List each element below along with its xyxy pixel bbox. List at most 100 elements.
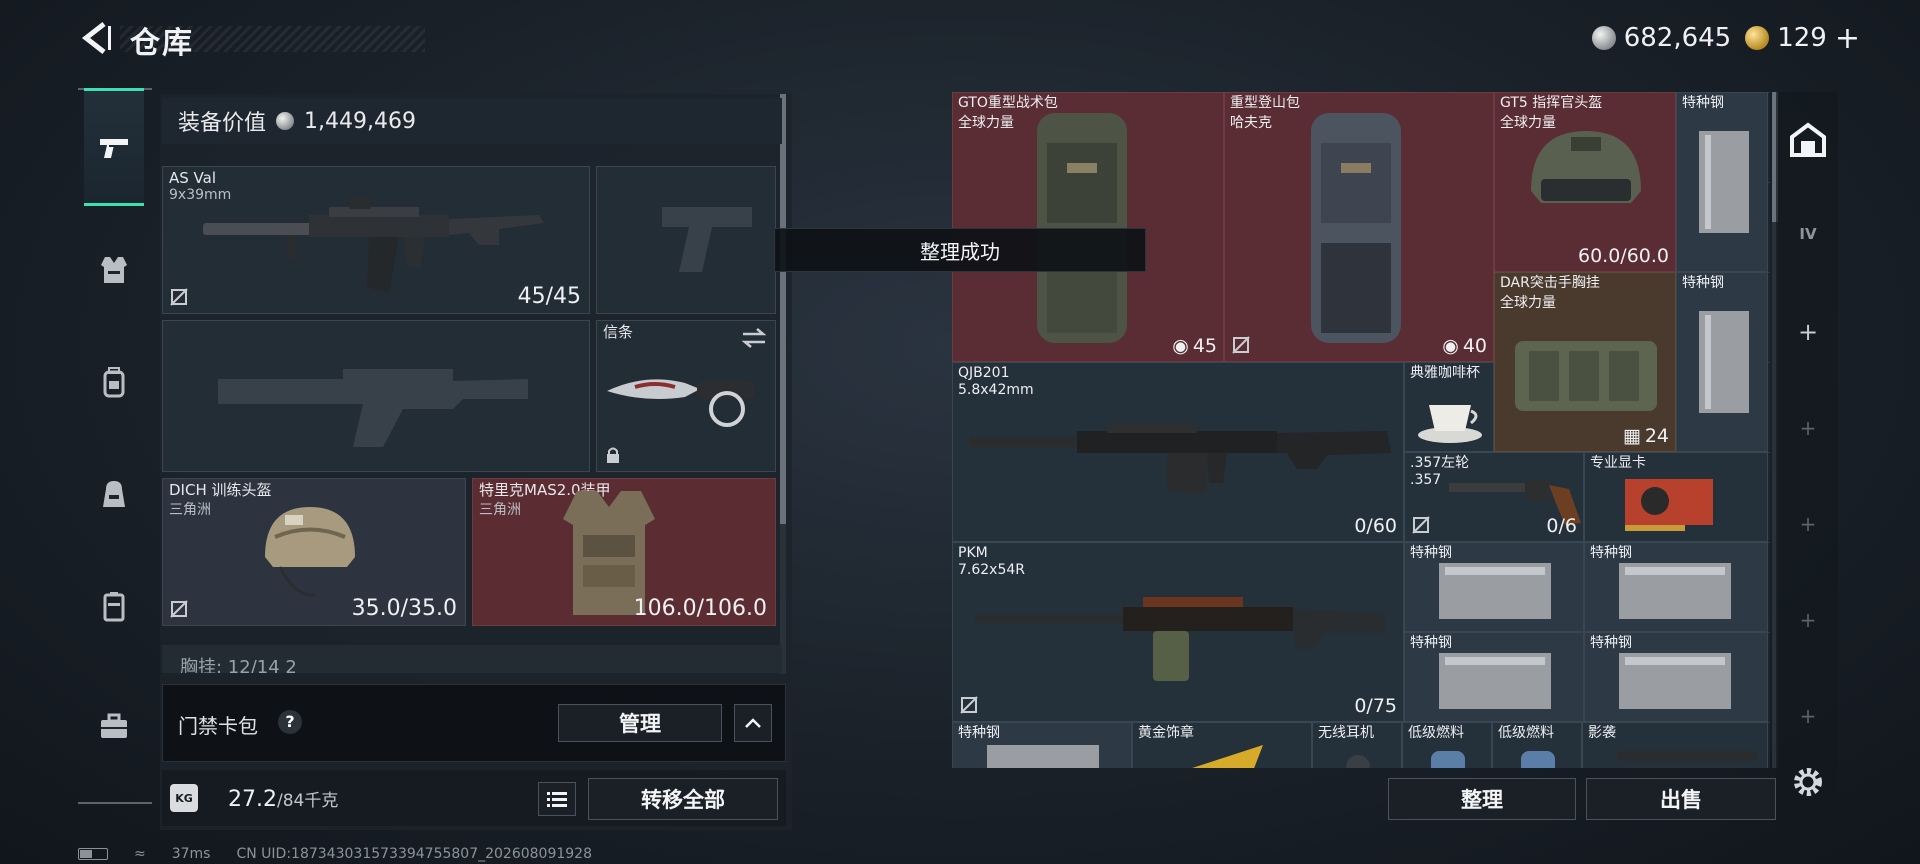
gold-amount: 129	[1777, 23, 1827, 53]
add-page-icon[interactable]: +	[1788, 312, 1828, 352]
no-insurance-icon	[170, 288, 188, 306]
add-currency-icon[interactable]: +	[1835, 21, 1860, 56]
category-tabs	[78, 88, 152, 808]
sell-button[interactable]: 出售	[1586, 778, 1776, 820]
stash-home-icon[interactable]	[1788, 120, 1828, 160]
item-name: 黄金饰章	[1138, 725, 1194, 741]
stash-item-coffee-cup[interactable]: 典雅咖啡杯	[1404, 362, 1494, 452]
add-page-icon[interactable]: +	[1788, 600, 1828, 640]
item-capacity: ▦ 24	[1623, 425, 1669, 447]
tier-label: IV	[1799, 225, 1817, 243]
machine-gun-image	[975, 597, 1385, 681]
fuel-canister-image	[1521, 751, 1555, 768]
tier-iv-icon[interactable]: IV	[1788, 214, 1828, 254]
item-name: 影袭	[1588, 725, 1616, 741]
steel-ingot-image	[987, 745, 1099, 768]
item-name: 低级燃料	[1408, 725, 1464, 741]
add-page-icon[interactable]: +	[1788, 696, 1828, 736]
tab-weapons[interactable]	[84, 88, 144, 206]
stash-grid: GTO重型战术包 全球力量 ◉ 45 重型登山包 哈夫克 ◉ 40 GT5 指挥官头…	[952, 92, 1770, 768]
swap-arrows-icon[interactable]	[741, 327, 767, 349]
stash-item-qjb201[interactable]: QJB201 5.8x42mm 0/60	[952, 362, 1404, 542]
stash-item-shadow[interactable]: 影袭	[1582, 722, 1768, 768]
weapon-ammo: 45/45	[517, 284, 581, 309]
helmet-image	[1531, 131, 1641, 203]
backpack-icon	[103, 367, 125, 398]
secondary-weapon-slot[interactable]	[162, 320, 590, 472]
stash-item-mountain-backpack[interactable]: 重型登山包 哈夫克 ◉ 40	[1224, 92, 1494, 362]
backpack-image	[1311, 113, 1401, 343]
capacity-value: 40	[1462, 335, 1487, 357]
stash-item-special-steel[interactable]: 特种钢	[1584, 542, 1768, 632]
rifle-silhouette-icon	[218, 369, 528, 447]
add-page-icon[interactable]: +	[1788, 504, 1828, 544]
stash-item-357-revolver[interactable]: .357左轮 .357 0/6	[1404, 452, 1584, 542]
gold-currency[interactable]: 129 +	[1745, 21, 1860, 56]
settings-gear-icon[interactable]	[1788, 762, 1828, 802]
help-icon[interactable]: ?	[278, 710, 302, 734]
stash-item-low-fuel[interactable]: 低级燃料	[1402, 722, 1492, 768]
sort-button[interactable]: 整理	[1388, 778, 1576, 820]
graphics-card-image	[1625, 479, 1713, 531]
add-page-icon[interactable]: +	[1788, 408, 1828, 448]
tab-case[interactable]	[86, 578, 142, 634]
item-capacity: ◉ 45	[1172, 335, 1217, 357]
item-brand: 哈夫克	[1230, 115, 1272, 131]
melee-slot[interactable]: 信条	[596, 320, 776, 472]
stash-item-special-steel[interactable]: 特种钢	[1676, 272, 1768, 452]
silver-coin-icon	[276, 112, 295, 130]
weight-current: 27.2	[228, 787, 277, 812]
tab-backpack[interactable]	[86, 354, 142, 410]
item-name: DAR突击手胸挂	[1500, 275, 1600, 291]
armor-vest-icon	[101, 257, 127, 283]
silver-amount: 682,645	[1623, 23, 1732, 53]
no-insurance-icon	[1412, 516, 1430, 534]
stash-item-special-steel[interactable]: 特种钢	[1584, 632, 1768, 722]
gold-coin-icon	[1745, 26, 1770, 50]
equipment-value-label: 装备价值	[178, 111, 267, 136]
collapse-button[interactable]	[734, 704, 772, 742]
status-footer: ≈ 37ms CN UID:187343031573394755807_2026…	[78, 846, 592, 862]
wifi-icon: ≈	[134, 846, 146, 862]
stash-item-wireless-earbuds[interactable]: 无线耳机	[1312, 722, 1402, 768]
chest-rig-row[interactable]: 胸挂: 12/14 2	[162, 645, 782, 673]
capacity-value: 24	[1644, 425, 1669, 447]
stash-item-special-steel[interactable]: 特种钢	[1676, 92, 1768, 272]
item-name: 特种钢	[1682, 275, 1724, 291]
helmet-durability: 35.0/35.0	[351, 596, 457, 621]
stash-item-gt5-helmet[interactable]: GT5 指挥官头盔 全球力量 60.0/60.0	[1494, 92, 1676, 272]
stash-item-special-steel[interactable]: 特种钢	[952, 722, 1132, 768]
list-icon	[547, 792, 567, 807]
item-durability: 60.0/60.0	[1577, 245, 1669, 267]
tab-armor[interactable]	[86, 242, 142, 298]
item-name: GT5 指挥官头盔	[1500, 95, 1603, 111]
steel-ingot-image	[1699, 311, 1749, 413]
stash-item-dar-chest-rig[interactable]: DAR突击手胸挂 全球力量 ▦ 24	[1494, 272, 1676, 452]
stash-item-special-steel[interactable]: 特种钢	[1404, 542, 1584, 632]
equipment-scrollbar[interactable]	[780, 94, 786, 674]
primary-weapon-slot[interactable]: AS Val 9x39mm 45/45	[162, 166, 590, 314]
back-arrow-icon[interactable]	[78, 20, 114, 56]
stash-item-low-fuel[interactable]: 低级燃料	[1492, 722, 1582, 768]
stash-item-gold-medal[interactable]: 黄金饰章	[1132, 722, 1312, 768]
steel-ingot-image	[1439, 563, 1551, 619]
item-name: 低级燃料	[1498, 725, 1554, 741]
stash-item-special-steel[interactable]: 特种钢	[1404, 632, 1584, 722]
stash-item-graphics-card[interactable]: 专业显卡	[1584, 452, 1768, 542]
item-brand: 全球力量	[958, 115, 1014, 131]
sidearm-slot[interactable]	[596, 166, 776, 314]
tab-toolbox[interactable]	[86, 698, 142, 754]
transfer-all-button[interactable]: 转移全部	[588, 778, 778, 820]
helmet-slot[interactable]: DICH 训练头盔 三角洲 35.0/35.0	[162, 478, 466, 626]
tab-bag[interactable]	[86, 466, 142, 522]
steel-ingot-image	[1439, 653, 1551, 709]
stash-item-pkm[interactable]: PKM 7.62x54R 0/75	[952, 542, 1404, 722]
armor-slot[interactable]: 特里克MAS2.0装甲 三角洲 106.0/106.0	[472, 478, 776, 626]
item-brand: 全球力量	[1500, 295, 1556, 311]
no-insurance-icon	[960, 696, 978, 714]
manage-button[interactable]: 管理	[558, 704, 722, 742]
as-val-rifle-image	[203, 197, 544, 293]
stash-item-gto-backpack[interactable]: GTO重型战术包 全球力量 ◉ 45	[952, 92, 1224, 362]
list-view-button[interactable]	[538, 782, 576, 816]
armor-durability: 106.0/106.0	[633, 596, 767, 621]
